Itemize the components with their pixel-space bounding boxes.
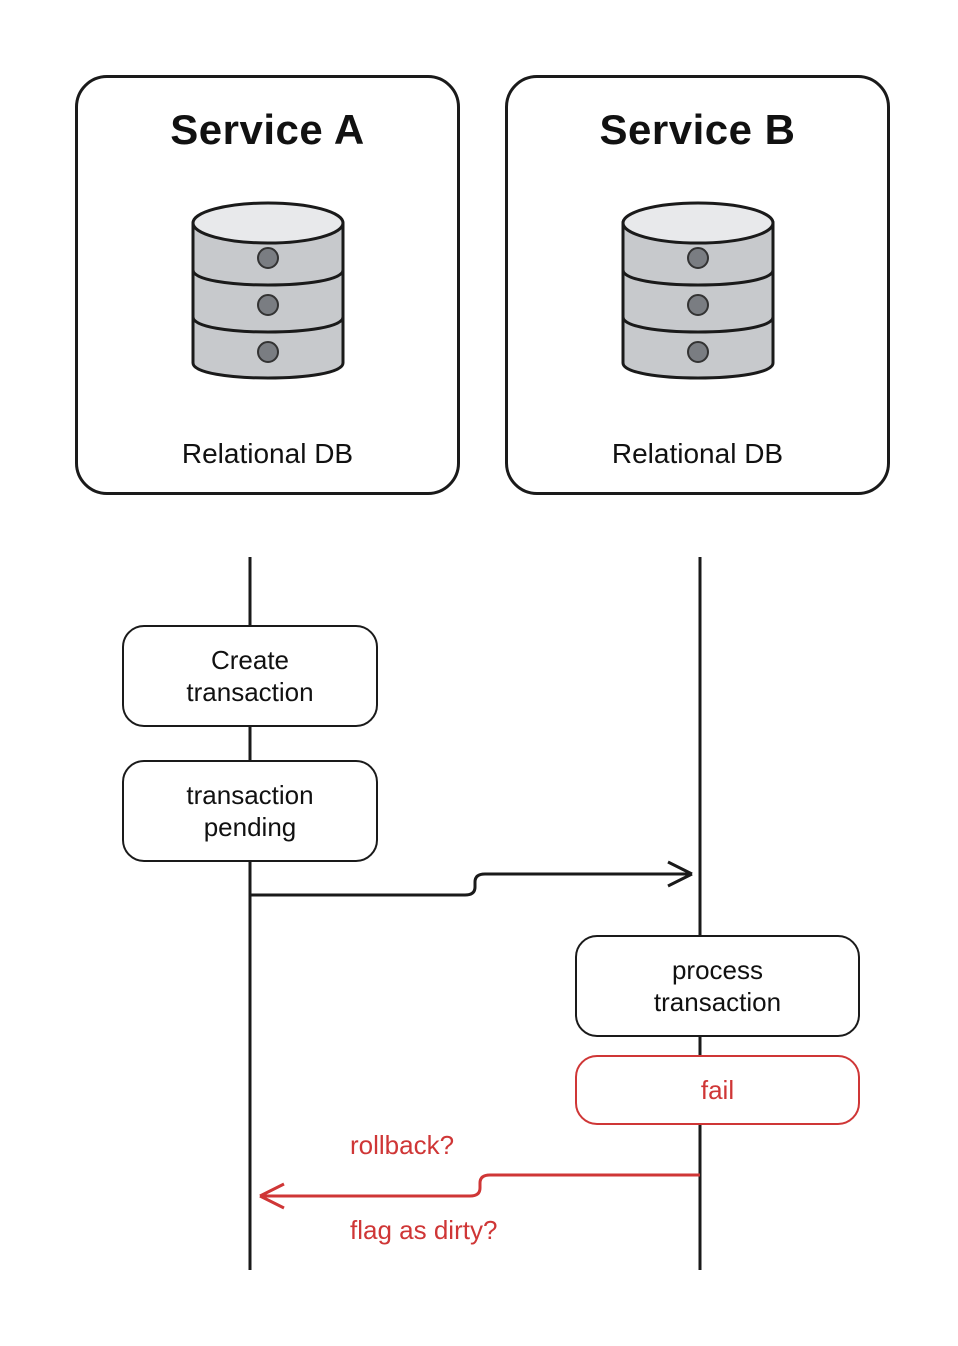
diagram-root: Service A Relational DB Service B — [0, 0, 958, 1346]
step-transaction-pending: transaction pending — [122, 760, 378, 862]
service-b-db-label: Relational DB — [508, 438, 887, 470]
step-create-line1: Create — [211, 644, 289, 677]
service-a-db-label: Relational DB — [78, 438, 457, 470]
step-fail: fail — [575, 1055, 860, 1125]
step-pending-line2: pending — [204, 811, 297, 844]
step-fail-label: fail — [701, 1074, 734, 1107]
database-icon — [608, 188, 788, 398]
service-b-title: Service B — [508, 106, 887, 154]
annotation-rollback: rollback? — [350, 1130, 454, 1161]
step-process-line1: process — [672, 954, 763, 987]
step-create-transaction: Create transaction — [122, 625, 378, 727]
step-create-line2: transaction — [186, 676, 313, 709]
annotation-flag-dirty: flag as dirty? — [350, 1215, 497, 1246]
service-a-box: Service A Relational DB — [75, 75, 460, 495]
service-a-title: Service A — [78, 106, 457, 154]
database-icon — [178, 188, 358, 398]
step-process-line2: transaction — [654, 986, 781, 1019]
step-pending-line1: transaction — [186, 779, 313, 812]
service-b-box: Service B Relational DB — [505, 75, 890, 495]
step-process-transaction: process transaction — [575, 935, 860, 1037]
